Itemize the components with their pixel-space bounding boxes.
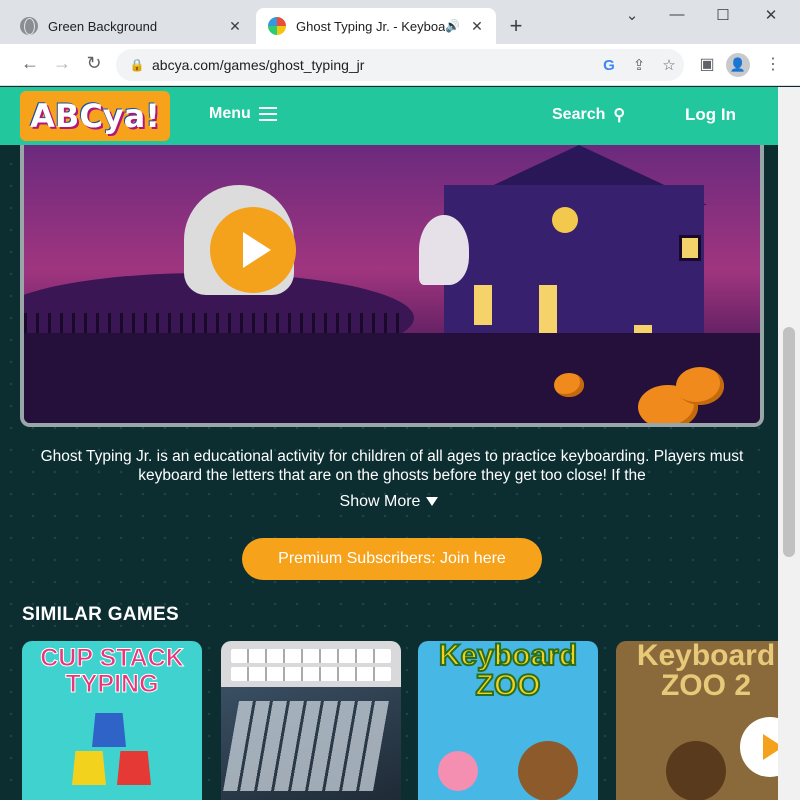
url-text[interactable]: abcya.com/games/ghost_typing_jr <box>152 57 594 73</box>
close-tab-icon[interactable]: ✕ <box>466 18 488 35</box>
tab-search-chevron-icon[interactable]: ⌄ <box>617 6 647 24</box>
cup-graphic <box>92 713 126 747</box>
lantern-graphic <box>679 235 701 261</box>
search-button[interactable]: Search ⚲ <box>552 105 625 125</box>
side-panel-icon[interactable]: ▣ <box>694 54 720 74</box>
site-header: ABCya! Menu Search ⚲ Log In <box>0 87 778 145</box>
page-content: ABCya! Menu Search ⚲ Log In Ghost Typing… <box>0 87 778 800</box>
menu-button[interactable]: Menu <box>209 105 277 123</box>
more-menu-icon[interactable]: ⋮ <box>760 54 786 74</box>
share-icon[interactable]: ⇪ <box>624 56 654 74</box>
page-scrollbar[interactable] <box>778 87 800 800</box>
show-more-button[interactable]: Show More <box>0 493 778 511</box>
card-title: Keyboard ZOO <box>438 641 578 702</box>
google-lens-icon[interactable]: G <box>594 57 624 74</box>
browser-toolbar: ← → ↻ 🔒 abcya.com/games/ghost_typing_jr … <box>0 44 800 86</box>
speaker-icon[interactable]: 🔊 <box>445 19 460 33</box>
abcya-favicon-icon <box>268 17 286 35</box>
close-tab-icon[interactable]: ✕ <box>224 18 246 35</box>
game-description: Ghost Typing Jr. is an educational activ… <box>40 448 744 484</box>
cup-graphic <box>117 751 151 785</box>
moose-graphic <box>518 741 578 800</box>
window-graphic <box>474 285 492 325</box>
pumpkin-graphic <box>676 367 724 405</box>
browser-tab-strip: Green Background ✕ Ghost Typing Jr. - Ke… <box>0 0 800 44</box>
tab-title: Ghost Typing Jr. - Keyboardi <box>296 18 446 34</box>
maximize-button[interactable]: ☐ <box>708 6 738 24</box>
menu-label: Menu <box>209 105 251 122</box>
tab-ghost-typing[interactable]: Ghost Typing Jr. - Keyboardi 🔊 ✕ <box>256 8 496 44</box>
back-arrow-icon[interactable]: ← <box>18 53 42 74</box>
abcya-logo[interactable]: ABCya! <box>20 91 170 141</box>
card-title: CUP STACK TYPING <box>40 644 185 698</box>
similar-games-heading: SIMILAR GAMES <box>22 604 179 625</box>
globe-icon <box>20 17 38 35</box>
monkey-graphic <box>666 741 726 800</box>
tab-title: Green Background <box>48 18 158 34</box>
game-card-cup-stack-typing[interactable]: CUP STACK TYPING <box>22 641 202 800</box>
lock-icon[interactable]: 🔒 <box>122 58 152 72</box>
game-card-keyboard[interactable] <box>221 641 401 800</box>
card-title: Keyboard ZOO 2 <box>636 641 776 702</box>
letter-keys-graphic <box>231 667 391 681</box>
login-button[interactable]: Log In <box>685 105 736 125</box>
minimize-button[interactable]: — <box>662 6 692 23</box>
premium-join-button[interactable]: Premium Subscribers: Join here <box>242 538 542 580</box>
caret-down-icon <box>426 497 439 507</box>
search-label: Search <box>552 106 606 123</box>
pumpkin-graphic <box>554 373 584 397</box>
cup-graphic <box>72 751 106 785</box>
ghost-graphic <box>419 215 469 285</box>
hamburger-icon <box>258 107 277 121</box>
close-window-button[interactable]: ✕ <box>756 6 786 24</box>
search-icon: ⚲ <box>613 107 626 124</box>
show-more-label: Show More <box>339 493 421 510</box>
forward-arrow-icon[interactable]: → <box>50 53 74 74</box>
round-window-graphic <box>552 207 578 233</box>
profile-avatar-icon[interactable]: 👤 <box>726 53 750 77</box>
game-card-keyboard-zoo[interactable]: Keyboard ZOO <box>418 641 598 800</box>
game-frame[interactable] <box>20 145 764 427</box>
letter-keys-graphic <box>231 649 391 663</box>
tab-green-background[interactable]: Green Background ✕ <box>8 8 254 44</box>
new-tab-button[interactable]: + <box>505 13 527 39</box>
keyboard-keys-graphic <box>223 701 389 791</box>
flamingo-graphic <box>438 751 478 791</box>
bookmark-star-icon[interactable]: ☆ <box>654 56 684 74</box>
reload-icon[interactable]: ↻ <box>82 53 106 74</box>
scrollbar-thumb[interactable] <box>783 327 795 557</box>
play-button-icon[interactable] <box>210 207 296 293</box>
address-bar[interactable]: 🔒 abcya.com/games/ghost_typing_jr G ⇪ ☆ <box>116 49 684 81</box>
